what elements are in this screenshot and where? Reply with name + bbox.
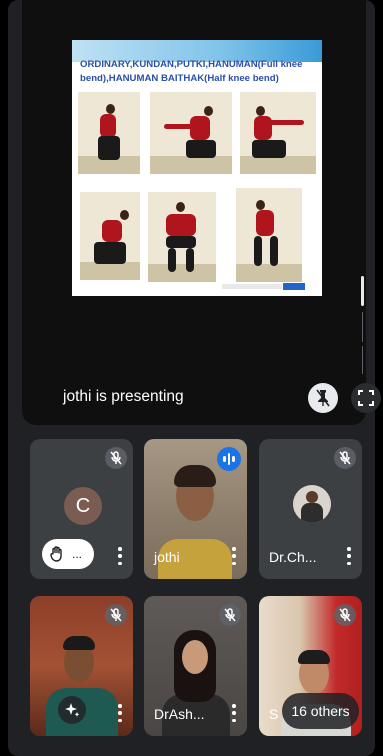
presentation-view[interactable]: ORDINARY,KUNDAN,PUTKI,HANUMAN(Full knee …	[22, 0, 381, 425]
participant-name: jothi	[154, 549, 180, 565]
fullscreen-button[interactable]	[351, 383, 381, 413]
mic-off-icon	[339, 451, 351, 465]
fullscreen-icon	[358, 390, 374, 406]
mic-off-indicator	[105, 604, 127, 626]
slide-photo	[148, 192, 216, 282]
participant-tile[interactable]: DrAsh...	[144, 596, 247, 736]
participant-name: Dr.Ch...	[269, 549, 317, 565]
scroll-track	[362, 346, 363, 374]
more-options-button[interactable]	[117, 704, 123, 722]
others-button[interactable]: 16 others	[282, 693, 359, 729]
mic-off-indicator	[334, 447, 356, 469]
mic-off-icon	[224, 608, 236, 622]
participant-tile[interactable]: jothi	[144, 439, 247, 579]
more-options-button[interactable]	[231, 704, 237, 722]
presentation-slide: ORDINARY,KUNDAN,PUTKI,HANUMAN(Full knee …	[72, 40, 322, 296]
avatar	[293, 485, 331, 523]
scrollbar-thumb[interactable]	[361, 276, 364, 306]
slide-photo	[80, 192, 140, 280]
hand-suffix: ...	[72, 547, 83, 561]
participant-name: DrAsh...	[154, 706, 205, 722]
speaking-indicator	[217, 447, 241, 471]
raised-hand-icon	[50, 546, 62, 562]
participant-tile[interactable]: Dr.Ch...	[259, 439, 362, 579]
mic-off-icon	[339, 608, 351, 622]
slide-photo	[236, 188, 302, 282]
scroll-track	[362, 312, 363, 342]
more-options-button[interactable]	[346, 547, 352, 565]
slide-photo	[78, 92, 140, 174]
slide-footer-button	[283, 283, 305, 290]
effects-button[interactable]	[58, 696, 86, 724]
participant-name: S	[269, 706, 279, 722]
mic-off-indicator	[105, 447, 127, 469]
more-options-button[interactable]	[231, 547, 237, 565]
presenter-label: jothi is presenting	[63, 388, 184, 405]
mic-off-icon	[110, 451, 122, 465]
raised-hand-badge[interactable]: ...	[42, 539, 94, 569]
sparkle-icon	[65, 703, 80, 717]
slide-title: ORDINARY,KUNDAN,PUTKI,HANUMAN(Full knee …	[80, 59, 303, 84]
more-options-button[interactable]	[117, 547, 123, 565]
unpin-icon	[316, 389, 330, 407]
participant-tile[interactable]: C ...	[30, 439, 133, 579]
avatar: C	[64, 487, 102, 525]
mic-off-icon	[110, 608, 122, 622]
mic-off-indicator	[219, 604, 241, 626]
mic-off-indicator	[334, 604, 356, 626]
slide-photo	[150, 92, 232, 174]
unpin-button[interactable]	[308, 383, 338, 413]
slide-photo	[240, 92, 316, 174]
slide-footer-bar	[222, 284, 282, 289]
